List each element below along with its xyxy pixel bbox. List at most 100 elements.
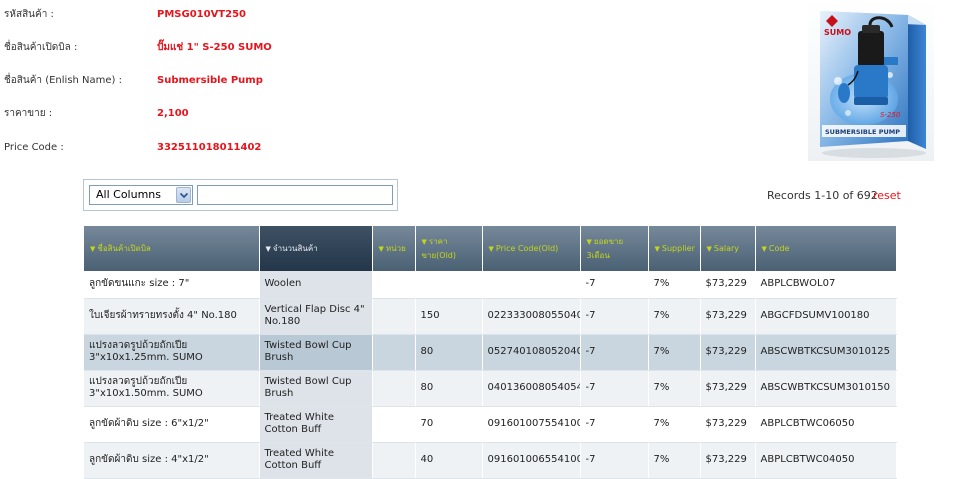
info-label: รหัสสินค้า : bbox=[4, 9, 54, 20]
cell-qty: Vertical Flap Disc 4" No.180 bbox=[259, 298, 373, 335]
cell-salary: $73,229 bbox=[700, 271, 756, 299]
info-value: 332511018011402 bbox=[157, 142, 262, 153]
svg-text:SUBMERSIBLE PUMP: SUBMERSIBLE PUMP bbox=[825, 128, 900, 136]
cell-bill-name: ใบเจียรผ้าทรายทรงตั้ง 4" No.180 bbox=[84, 298, 260, 335]
column-header-bill-name[interactable]: ▼ ชื่อสินค้าเปิดบิล bbox=[84, 226, 260, 271]
cell-qty: Treated White Cotton Buff bbox=[259, 442, 373, 479]
cell-bill-name: ลูกขัดผ้าดิบ size : 6"x1/2" bbox=[84, 406, 260, 443]
cell-qty: Woolen bbox=[259, 271, 373, 299]
cell-salary: $73,229 bbox=[700, 442, 756, 479]
info-value: ปั๊มแช่ 1" S-250 SUMO bbox=[157, 42, 272, 53]
column-header-salary[interactable]: ▼ Salary bbox=[700, 226, 756, 271]
sort-arrow-icon: ▼ bbox=[586, 237, 592, 246]
cell-supplier: 7% bbox=[648, 271, 701, 299]
info-label: ชื่อสินค้าเปิดบิล : bbox=[4, 42, 78, 53]
cell-old-price-code: 091601006554100 bbox=[482, 442, 581, 479]
table-row[interactable]: ลูกขัดผ้าดิบ size : 4"x1/2" Treated Whit… bbox=[84, 442, 897, 479]
cell-unit bbox=[372, 406, 416, 443]
cell-sales-3m: -7 bbox=[580, 298, 649, 335]
column-select-value: All Columns bbox=[96, 188, 161, 201]
table-row[interactable]: ลูกขัดผ้าดิบ size : 6"x1/2" Treated Whit… bbox=[84, 406, 897, 443]
cell-code: ABSCWBTKCSUM3010125 bbox=[755, 334, 897, 371]
search-panel: All Columns bbox=[83, 179, 398, 211]
sort-arrow-icon: ▼ bbox=[421, 237, 427, 246]
cell-old-price bbox=[415, 271, 483, 299]
cell-old-price: 80 bbox=[415, 334, 483, 371]
column-header-supplier[interactable]: ▼ Supplier bbox=[648, 226, 701, 271]
cell-salary: $73,229 bbox=[700, 298, 756, 335]
table-row[interactable]: ลูกขัดขนแกะ size : 7" Woolen -7 7% $73,2… bbox=[84, 271, 897, 299]
sort-arrow-icon: ▼ bbox=[706, 244, 712, 253]
cell-old-price-code: 022333008055040 bbox=[482, 298, 581, 335]
sort-arrow-icon: ▼ bbox=[488, 244, 494, 253]
cell-unit bbox=[372, 334, 416, 371]
info-label: ชื่อสินค้า (Enlish Name) : bbox=[4, 75, 123, 86]
column-header-old-price-code[interactable]: ▼ Price Code(Old) bbox=[482, 226, 581, 271]
cell-old-price-code: 052740108052040 bbox=[482, 334, 581, 371]
cell-bill-name: ลูกขัดขนแกะ size : 7" bbox=[84, 271, 260, 299]
sort-arrow-icon: ▼ bbox=[654, 244, 660, 253]
cell-bill-name: แปรงลวดรูปถ้วยถักเปีย 3"x10x1.50mm. SUMO bbox=[84, 370, 260, 407]
sort-arrow-icon: ▼ bbox=[265, 244, 271, 253]
cell-sales-3m: -7 bbox=[580, 406, 649, 443]
info-value: Submersible Pump bbox=[157, 75, 263, 86]
cell-code: ABSCWBTKCSUM3010150 bbox=[755, 370, 897, 407]
cell-bill-name: แปรงลวดรูปถ้วยถักเปีย 3"x10x1.25mm. SUMO bbox=[84, 334, 260, 371]
cell-sales-3m: -7 bbox=[580, 442, 649, 479]
dropdown-button[interactable] bbox=[176, 187, 191, 203]
column-header-code[interactable]: ▼ Code bbox=[755, 226, 897, 271]
cell-salary: $73,229 bbox=[700, 370, 756, 407]
info-label: Price Code : bbox=[4, 142, 64, 153]
column-header-old-price[interactable]: ▼ ราคาขาย(Old) bbox=[415, 226, 483, 271]
cell-old-price-code: 091601007554100 bbox=[482, 406, 581, 443]
cell-supplier: 7% bbox=[648, 442, 701, 479]
sort-arrow-icon: ▼ bbox=[761, 244, 767, 253]
pump-box-illustration: SUMO S-250 SUBMERSIBLE PUMP bbox=[820, 11, 926, 158]
column-select[interactable]: All Columns bbox=[89, 185, 193, 205]
column-header-sales-3m[interactable]: ▼ ยอดขาย 3เดือน bbox=[580, 226, 649, 271]
table-row[interactable]: แปรงลวดรูปถ้วยถักเปีย 3"x10x1.50mm. SUMO… bbox=[84, 370, 897, 407]
sort-arrow-icon: ▼ bbox=[90, 244, 96, 253]
column-header-unit[interactable]: ▼ หน่วย bbox=[372, 226, 416, 271]
cell-salary: $73,229 bbox=[700, 406, 756, 443]
cell-unit bbox=[372, 370, 416, 407]
cell-qty: Twisted Bowl Cup Brush bbox=[259, 370, 373, 407]
column-header-qty[interactable]: ▼ จำนวนสินค้า bbox=[259, 226, 373, 271]
cell-supplier: 7% bbox=[648, 298, 701, 335]
cell-old-price: 150 bbox=[415, 298, 483, 335]
table-row[interactable]: ใบเจียรผ้าทรายทรงตั้ง 4" No.180 Vertical… bbox=[84, 298, 897, 335]
cell-sales-3m: -7 bbox=[580, 370, 649, 407]
cell-supplier: 7% bbox=[648, 334, 701, 371]
info-value: PMSG010VT250 bbox=[157, 9, 246, 20]
search-input[interactable] bbox=[197, 185, 393, 205]
records-count: Records 1-10 of 692 bbox=[767, 189, 878, 202]
info-label: ราคาขาย : bbox=[4, 108, 53, 119]
cell-old-price: 70 bbox=[415, 406, 483, 443]
brand-logo: SUMO bbox=[824, 28, 851, 37]
cell-code: ABPLCBTWC04050 bbox=[755, 442, 897, 479]
cell-old-price-code bbox=[482, 271, 581, 299]
sort-arrow-icon: ▼ bbox=[378, 244, 384, 253]
cell-old-price-code: 040136008054054 bbox=[482, 370, 581, 407]
cell-supplier: 7% bbox=[648, 406, 701, 443]
cell-sales-3m: -7 bbox=[580, 334, 649, 371]
cell-qty: Twisted Bowl Cup Brush bbox=[259, 334, 373, 371]
cell-sales-3m: -7 bbox=[580, 271, 649, 299]
cell-code: ABGCFDSUMV100180 bbox=[755, 298, 897, 335]
chevron-down-icon bbox=[180, 192, 188, 199]
table-header-row: ▼ ชื่อสินค้าเปิดบิล ▼ จำนวนสินค้า ▼ หน่วย ▼… bbox=[84, 226, 897, 271]
product-image: SUMO S-250 SUBMERSIBLE PUMP bbox=[808, 1, 934, 161]
cell-bill-name: ลูกขัดผ้าดิบ size : 4"x1/2" bbox=[84, 442, 260, 479]
cell-code: ABPLCBWOL07 bbox=[755, 271, 897, 299]
cell-qty: Treated White Cotton Buff bbox=[259, 406, 373, 443]
info-value: 2,100 bbox=[157, 108, 189, 119]
cell-old-price: 80 bbox=[415, 370, 483, 407]
cell-supplier: 7% bbox=[648, 370, 701, 407]
svg-text:S-250: S-250 bbox=[880, 111, 901, 119]
reset-link[interactable]: reset bbox=[873, 189, 901, 202]
cell-unit bbox=[372, 271, 416, 299]
cell-unit bbox=[372, 298, 416, 335]
table-row[interactable]: แปรงลวดรูปถ้วยถักเปีย 3"x10x1.25mm. SUMO… bbox=[84, 334, 897, 371]
products-table: ▼ ชื่อสินค้าเปิดบิล ▼ จำนวนสินค้า ▼ หน่วย ▼… bbox=[84, 226, 897, 479]
cell-old-price: 40 bbox=[415, 442, 483, 479]
